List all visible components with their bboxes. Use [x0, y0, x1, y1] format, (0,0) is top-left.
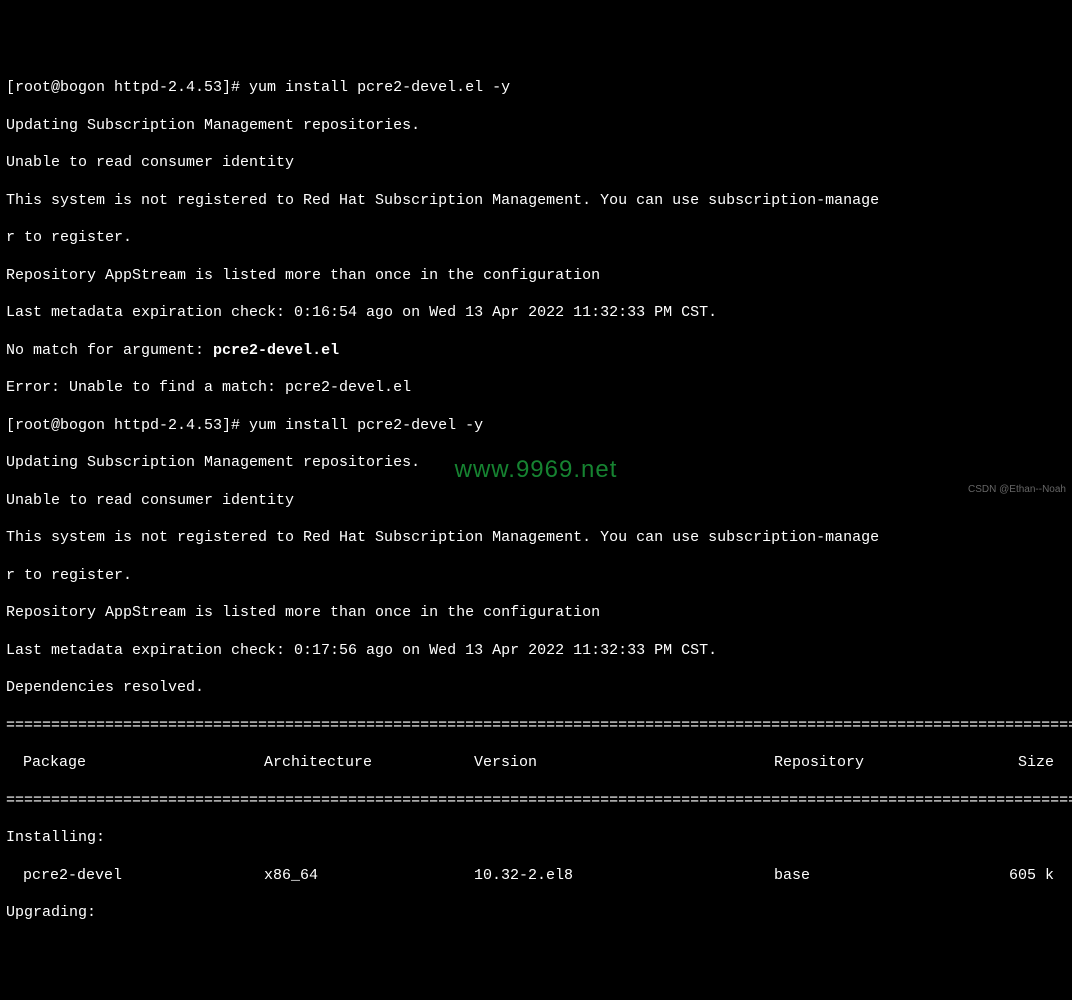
cell-repo: base	[774, 867, 964, 886]
typed-command[interactable]: yum install pcre2-devel.el -y	[249, 79, 510, 96]
output-line: Repository AppStream is listed more than…	[6, 604, 1066, 623]
table-separator: ========================================…	[6, 717, 1066, 736]
cell-size: 605 k	[964, 867, 1062, 886]
output-line: No match for argument: pcre2-devel.el	[6, 342, 1066, 361]
typed-command[interactable]: yum install pcre2-devel -y	[249, 417, 483, 434]
cell-version: 10.32-2.el8	[474, 867, 774, 886]
shell-prompt: [root@bogon httpd-2.4.53]#	[6, 417, 249, 434]
output-line: Last metadata expiration check: 0:16:54 …	[6, 304, 1066, 323]
output-line: Error: Unable to find a match: pcre2-dev…	[6, 379, 1066, 398]
output-line: Dependencies resolved.	[6, 679, 1066, 698]
output-line: Unable to read consumer identity	[6, 492, 1066, 511]
shell-prompt: [root@bogon httpd-2.4.53]#	[6, 79, 249, 96]
output-text: No match for argument:	[6, 342, 213, 359]
installing-label: Installing:	[6, 829, 1066, 848]
table-header-row: Package Architecture Version Repository …	[6, 754, 1066, 773]
output-text-bold: pcre2-devel.el	[213, 342, 339, 359]
cell-package: pcre2-devel	[6, 867, 264, 886]
table-separator: ========================================…	[6, 792, 1066, 811]
output-line: This system is not registered to Red Hat…	[6, 192, 1066, 211]
col-header-repo: Repository	[774, 754, 964, 773]
output-line: r to register.	[6, 567, 1066, 586]
cell-arch: x86_64	[264, 867, 474, 886]
prompt-line-2: [root@bogon httpd-2.4.53]# yum install p…	[6, 417, 1066, 436]
output-line: Updating Subscription Management reposit…	[6, 454, 1066, 473]
col-header-size: Size	[964, 754, 1062, 773]
output-line: Last metadata expiration check: 0:17:56 …	[6, 642, 1066, 661]
output-line: Repository AppStream is listed more than…	[6, 267, 1066, 286]
col-header-arch: Architecture	[264, 754, 474, 773]
upgrading-label: Upgrading:	[6, 904, 1066, 923]
output-line: r to register.	[6, 229, 1066, 248]
col-header-version: Version	[474, 754, 774, 773]
output-line: This system is not registered to Red Hat…	[6, 529, 1066, 548]
col-header-package: Package	[6, 754, 264, 773]
table-row: pcre2-devel x86_64 10.32-2.el8 base 605 …	[6, 867, 1066, 886]
prompt-line-1: [root@bogon httpd-2.4.53]# yum install p…	[6, 79, 1066, 98]
output-line: Unable to read consumer identity	[6, 154, 1066, 173]
output-line: Updating Subscription Management reposit…	[6, 117, 1066, 136]
